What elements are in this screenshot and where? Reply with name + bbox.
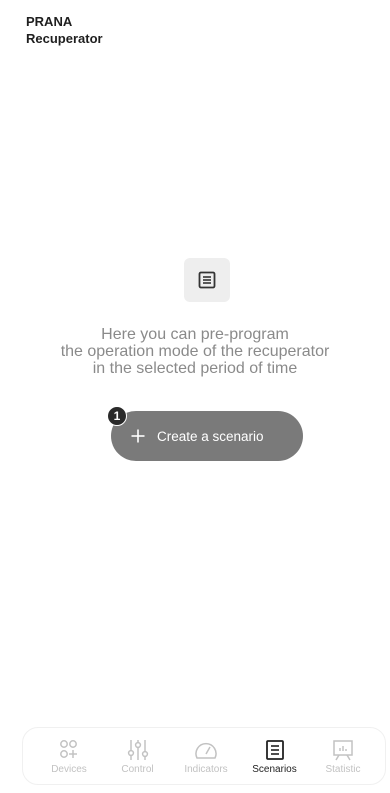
create-scenario-button[interactable]: Create a scenario	[111, 411, 303, 461]
tab-statistic-label: Statistic	[325, 764, 361, 775]
device-subtitle: Recuperator	[26, 31, 103, 46]
step-badge: 1	[107, 406, 127, 426]
brand-title: PRANA	[26, 14, 73, 29]
empty-state-line-3: in the selected period of time	[92, 360, 298, 377]
empty-state-icon-box	[184, 258, 230, 302]
tab-statistic[interactable]: Statistic	[311, 738, 375, 776]
tab-scenarios-label: Scenarios	[252, 764, 297, 775]
tab-indicators[interactable]: Indicators	[174, 738, 238, 776]
header: PRANA Recuperator	[26, 13, 103, 47]
devices-icon	[60, 740, 77, 758]
tab-control[interactable]: Control	[106, 738, 170, 776]
plus-icon	[131, 429, 145, 443]
list-icon	[265, 740, 284, 760]
tab-indicators-label: Indicators	[184, 764, 228, 775]
gauge-icon	[195, 742, 217, 759]
empty-state-line-2: the operation mode of the recuperator	[60, 343, 330, 360]
scenarios-screen: PRANA Recuperator Here you can pre-progr…	[0, 0, 390, 793]
create-scenario-label: Create a scenario	[157, 428, 264, 444]
bottom-tab-bar: Devices Control Indicators Scenarios Sta…	[22, 727, 386, 785]
list-icon	[198, 271, 216, 289]
tab-scenarios[interactable]: Scenarios	[243, 738, 307, 776]
empty-state-message: Here you can pre-program the operation m…	[0, 326, 390, 377]
tab-control-label: Control	[121, 764, 154, 775]
sliders-icon	[127, 740, 148, 760]
tab-devices[interactable]: Devices	[37, 738, 101, 776]
tab-devices-label: Devices	[51, 764, 87, 775]
empty-state-line-1: Here you can pre-program	[101, 326, 289, 343]
chart-board-icon	[333, 740, 353, 761]
